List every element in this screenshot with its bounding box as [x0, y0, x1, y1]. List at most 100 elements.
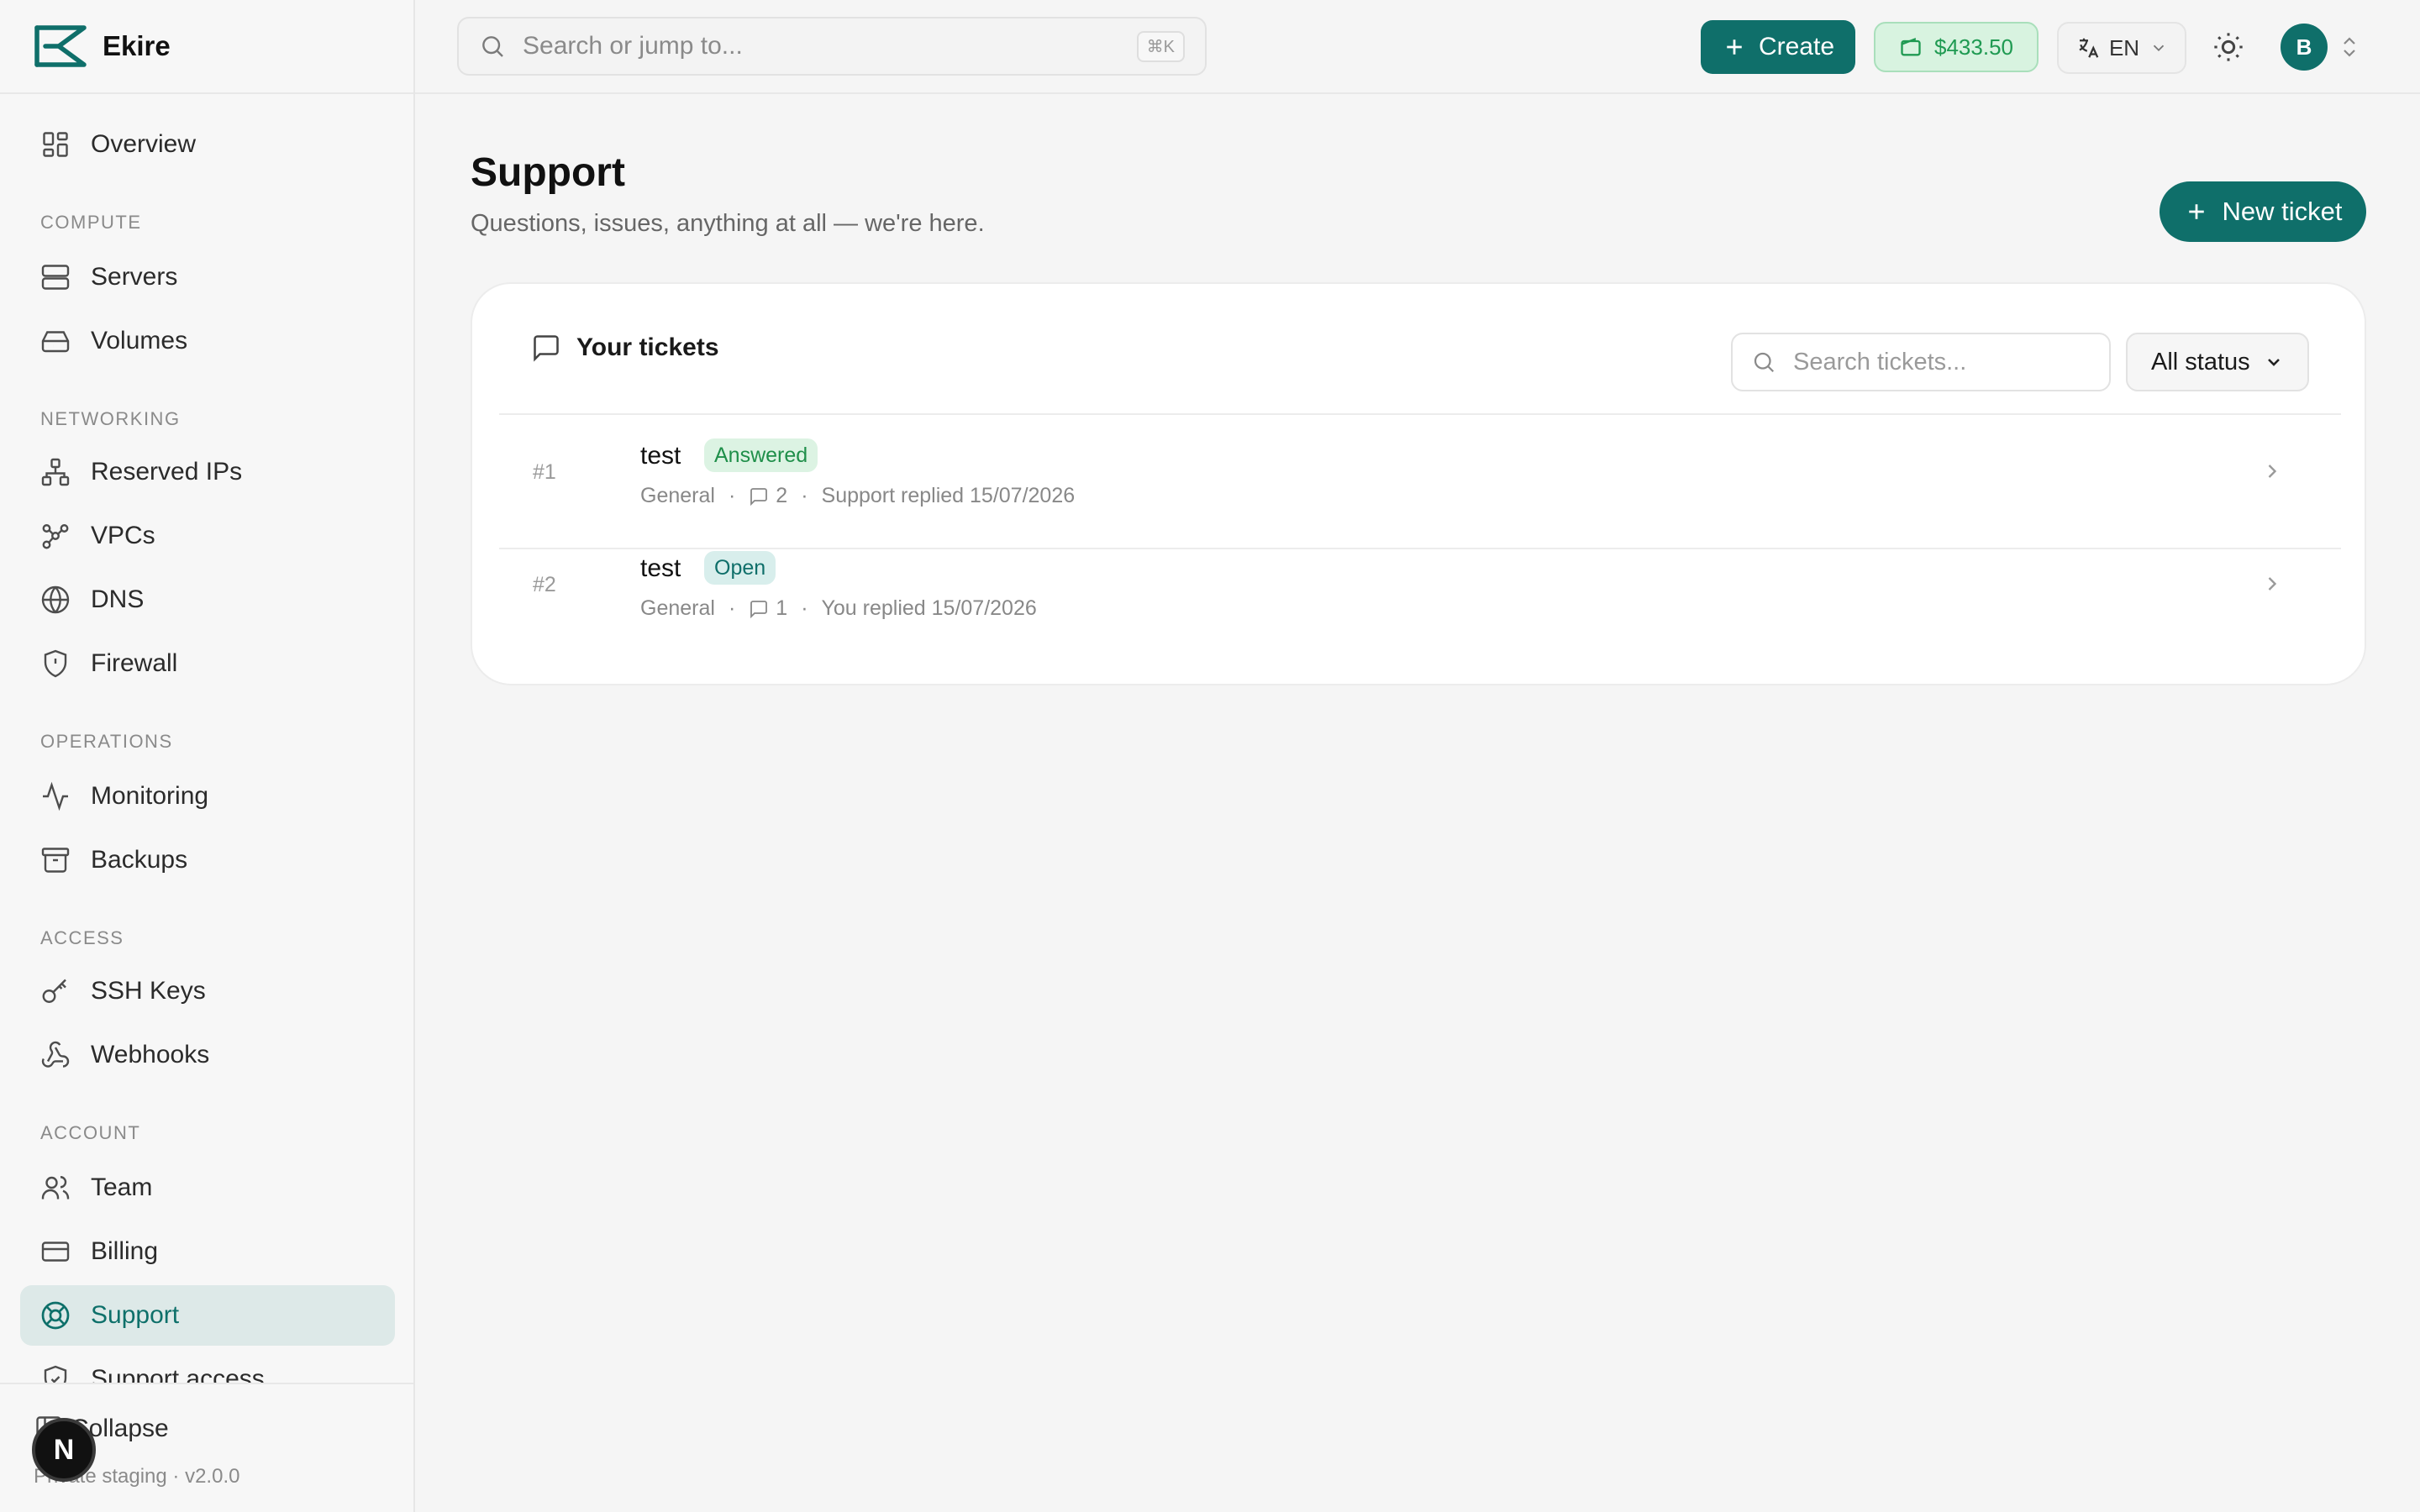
balance-badge[interactable]: $433.50 — [1874, 22, 2039, 72]
new-ticket-button[interactable]: New ticket — [2160, 181, 2366, 242]
sidebar-item-overview[interactable]: Overview — [20, 114, 395, 175]
sidebar-item-support[interactable]: Support — [20, 1285, 395, 1346]
global-search-input[interactable] — [523, 32, 1137, 60]
meta-separator: · — [728, 596, 736, 620]
plus-icon — [1722, 34, 1759, 60]
hard-drive-icon — [40, 326, 71, 356]
life-buoy-icon — [40, 1300, 71, 1331]
status-filter-value: All status — [2151, 348, 2250, 375]
ticket-last-activity: Support replied 15/07/2026 — [821, 484, 1076, 507]
meta-separator: · — [801, 596, 808, 620]
section-label-operations: OPERATIONS — [40, 731, 173, 752]
chevron-down-icon — [2264, 352, 2284, 372]
sidebar-item-team[interactable]: Team — [20, 1158, 395, 1218]
plus-icon — [2184, 199, 2223, 224]
new-ticket-label: New ticket — [2222, 197, 2343, 226]
ticket-number: #2 — [533, 573, 556, 596]
meta-separator: · — [801, 484, 808, 507]
ticket-category: General — [640, 596, 715, 620]
theme-toggle-sun-icon[interactable] — [2212, 30, 2245, 64]
users-icon — [40, 1173, 71, 1203]
wallet-icon — [1899, 35, 1934, 59]
ticket-subject: test — [640, 554, 681, 582]
sidebar-item-label: Servers — [91, 263, 178, 291]
sidebar-item-servers[interactable]: Servers — [20, 247, 395, 307]
chevron-right-icon — [2260, 571, 2284, 596]
sidebar-item-label: Monitoring — [91, 782, 209, 810]
sidebar-item-label: Firewall — [91, 649, 178, 677]
sidebar-item-firewall[interactable]: Firewall — [20, 633, 395, 694]
sidebar-item-dns[interactable]: DNS — [20, 570, 395, 630]
workflow-icon — [40, 521, 71, 551]
ticket-row[interactable]: #2 test Open General · 1 · You replied 1… — [499, 529, 2341, 642]
ticket-last-activity: You replied 15/07/2026 — [821, 596, 1037, 620]
credit-card-icon — [40, 1236, 71, 1267]
dev-tools-badge[interactable]: N — [32, 1418, 96, 1482]
tickets-card: Your tickets All status #1 test Answered — [471, 282, 2366, 685]
server-icon — [40, 262, 71, 292]
page-title: Support — [471, 150, 625, 195]
chevron-down-icon — [2149, 39, 2168, 57]
sidebar-item-label: Billing — [91, 1237, 159, 1265]
ticket-search[interactable] — [1731, 333, 2111, 391]
sidebar-item-ssh-keys[interactable]: SSH Keys — [20, 961, 395, 1021]
languages-icon — [2075, 35, 2101, 60]
language-select[interactable]: EN — [2057, 22, 2186, 74]
sidebar-item-label: Reserved IPs — [91, 458, 243, 486]
sidebar-item-label: SSH Keys — [91, 977, 206, 1005]
sidebar-item-label: VPCs — [91, 522, 155, 549]
page-subtitle: Questions, issues, anything at all — we'… — [471, 210, 985, 237]
status-badge: Open — [704, 551, 776, 585]
shield-icon — [40, 648, 71, 679]
global-search[interactable]: ⌘K — [457, 17, 1207, 76]
status-filter-select[interactable]: All status — [2126, 333, 2309, 391]
sidebar-item-label: Webhooks — [91, 1041, 210, 1068]
tickets-title-text: Your tickets — [576, 333, 719, 361]
sidebar-item-vpcs[interactable]: VPCs — [20, 506, 395, 566]
network-icon — [40, 457, 71, 487]
balance-amount: $433.50 — [1934, 34, 2013, 60]
message-square-icon — [531, 333, 576, 363]
ticket-row[interactable]: #1 test Answered General · 2 · Support r… — [499, 417, 2341, 529]
logo-icon — [34, 24, 87, 68]
message-square-icon — [749, 486, 776, 507]
tickets-card-header: Your tickets All status — [499, 284, 2341, 415]
activity-icon — [40, 781, 71, 811]
message-square-icon — [749, 599, 776, 619]
sidebar-item-volumes[interactable]: Volumes — [20, 311, 395, 371]
sidebar-item-webhooks[interactable]: Webhooks — [20, 1025, 395, 1085]
status-badge: Answered — [704, 438, 818, 472]
sidebar-item-monitoring[interactable]: Monitoring — [20, 766, 395, 827]
ticket-meta: General · 1 · You replied 15/07/2026 — [640, 596, 1037, 621]
sidebar-item-label: Backups — [91, 846, 188, 874]
ticket-subject: test — [640, 442, 681, 470]
section-label-access: ACCESS — [40, 927, 124, 948]
ticket-number: #1 — [533, 460, 556, 484]
chevrons-up-down-icon[interactable] — [2339, 34, 2360, 60]
search-icon — [1751, 349, 1793, 375]
create-label: Create — [1758, 33, 1835, 60]
section-label-compute: COMPUTE — [40, 212, 142, 233]
tickets-card-title: Your tickets — [531, 333, 719, 363]
ticket-reply-count: 2 — [776, 484, 788, 507]
ticket-reply-count: 1 — [776, 596, 788, 620]
ticket-search-input[interactable] — [1793, 348, 2110, 376]
search-icon — [479, 33, 506, 60]
sidebar-item-label: Team — [91, 1173, 153, 1201]
sidebar-item-reserved-ips[interactable]: Reserved IPs — [20, 442, 395, 502]
meta-separator: · — [728, 484, 736, 507]
sidebar-item-billing[interactable]: Billing — [20, 1221, 395, 1282]
ticket-meta: General · 2 · Support replied 15/07/2026 — [640, 484, 1075, 508]
archive-icon — [40, 845, 71, 875]
sidebar: Ekire Overview COMPUTE Servers Volumes N… — [0, 0, 415, 1512]
ticket-category: General — [640, 484, 715, 507]
sidebar-item-label: Overview — [91, 130, 197, 158]
sidebar-item-label: DNS — [91, 585, 145, 613]
globe-icon — [40, 585, 71, 615]
search-shortcut-hint: ⌘K — [1136, 30, 1185, 62]
create-button[interactable]: Create — [1701, 20, 1855, 74]
avatar[interactable]: B — [2281, 24, 2328, 71]
brand[interactable]: Ekire — [0, 0, 413, 94]
key-icon — [40, 976, 71, 1006]
sidebar-item-backups[interactable]: Backups — [20, 830, 395, 890]
